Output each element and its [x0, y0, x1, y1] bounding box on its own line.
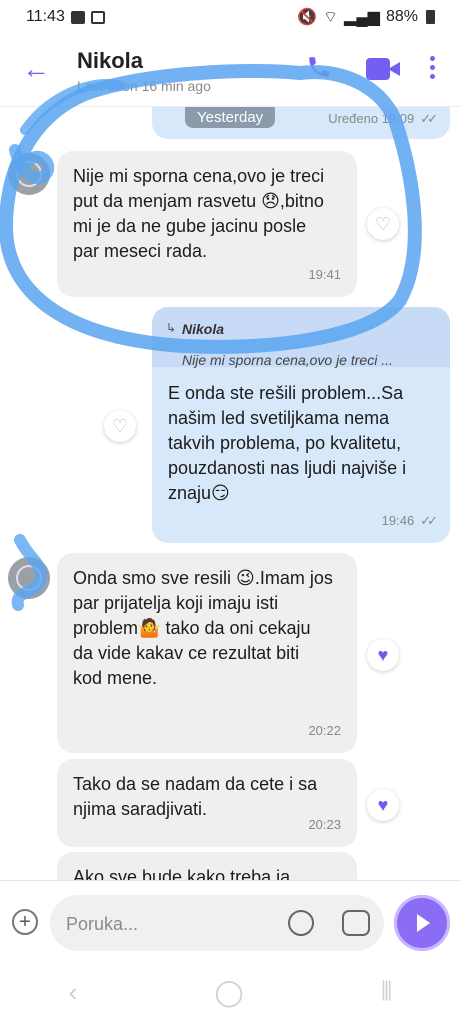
incoming-message-bubble[interactable]: Nije mi sporna cena,ovo je treci put da …	[57, 151, 357, 297]
mute-icon: 🔇	[297, 9, 317, 26]
date-divider: Yesterday	[185, 107, 276, 128]
attach-plus-icon[interactable]: +	[12, 909, 38, 935]
battery-icon	[426, 10, 435, 24]
message-text: Onda smo sve resili 😉.Imam jos par prija…	[73, 568, 333, 688]
message-time: 19:41	[308, 267, 341, 282]
battery-percent: 88%	[385, 8, 418, 25]
message-text: Nije mi sporna cena,ovo je treci put da …	[73, 166, 325, 261]
phone-call-icon[interactable]	[306, 54, 332, 85]
message-text: Tako da se nadam da cete i sa njima sara…	[73, 774, 318, 819]
liked-heart-icon[interactable]: ♥	[367, 639, 399, 671]
incoming-message-bubble[interactable]: Ako sve bude kako treba,ia	[57, 852, 357, 880]
chat-header: ← Nikola Last seen 16 min ago	[0, 34, 461, 107]
liked-heart-icon[interactable]: ♥	[367, 789, 399, 821]
nav-recents-icon[interactable]: ⦀	[381, 976, 392, 1008]
last-seen-status: Last seen 16 min ago	[77, 78, 211, 94]
contact-name[interactable]: Nikola	[77, 48, 143, 74]
send-voice-button[interactable]	[394, 895, 450, 951]
incoming-message-bubble[interactable]: Tako da se nadam da cete i sa njima sara…	[57, 759, 357, 847]
message-time: 20:23	[308, 817, 341, 832]
wifi-icon: ⌔	[322, 9, 339, 26]
sticker-smiley-icon[interactable]	[288, 910, 314, 936]
reply-author: Nikola	[182, 321, 225, 337]
status-bar: 11:43 🔇 ⌔ ▂▄▆ 88%	[0, 0, 461, 34]
nav-home-icon[interactable]: ◯	[215, 977, 244, 1008]
message-input[interactable]	[64, 908, 268, 940]
more-options-icon[interactable]	[430, 56, 436, 83]
checkbox-notification-icon	[90, 10, 105, 24]
reply-snippet: Nije mi sporna cena,ovo je treci ...	[182, 352, 393, 368]
contact-avatar[interactable]	[8, 557, 50, 599]
composer: +	[0, 880, 461, 961]
like-heart-icon[interactable]: ♡	[367, 208, 399, 240]
message-field[interactable]	[50, 895, 384, 951]
gallery-notification-icon	[70, 10, 85, 24]
reply-quote[interactable]: ↳ Nikola Nije mi sporna cena,ovo je trec…	[152, 307, 450, 368]
gallery-icon[interactable]	[342, 910, 370, 936]
clock: 11:43	[26, 8, 65, 25]
outgoing-message-bubble[interactable]: ↳ Nikola Nije mi sporna cena,ovo je trec…	[152, 307, 450, 543]
message-time: 19:46 ✓✓	[381, 513, 438, 528]
message-list[interactable]: Uređeno 19:09 ✓✓ Yesterday Nije mi sporna…	[0, 107, 461, 880]
like-heart-icon[interactable]: ♡	[104, 410, 136, 442]
message-time: 20:22	[308, 723, 341, 738]
back-arrow-icon[interactable]: ←	[22, 54, 50, 84]
message-text: Ako sve bude kako treba,ia	[73, 867, 291, 880]
reply-arrow-icon: ↳	[166, 321, 177, 335]
video-call-icon[interactable]	[366, 58, 400, 80]
system-nav-bar: ‹ ◯ ⦀	[0, 960, 461, 1024]
contact-avatar[interactable]	[8, 153, 50, 195]
message-edited-time: Uređeno 19:09 ✓✓	[328, 111, 438, 126]
message-text: E onda ste rešili problem...Sa našim led…	[168, 383, 407, 503]
nav-back-icon[interactable]: ‹	[69, 977, 78, 1008]
signal-icon: ▂▄▆	[344, 9, 380, 26]
incoming-message-bubble[interactable]: Onda smo sve resili 😉.Imam jos par prija…	[57, 553, 357, 753]
